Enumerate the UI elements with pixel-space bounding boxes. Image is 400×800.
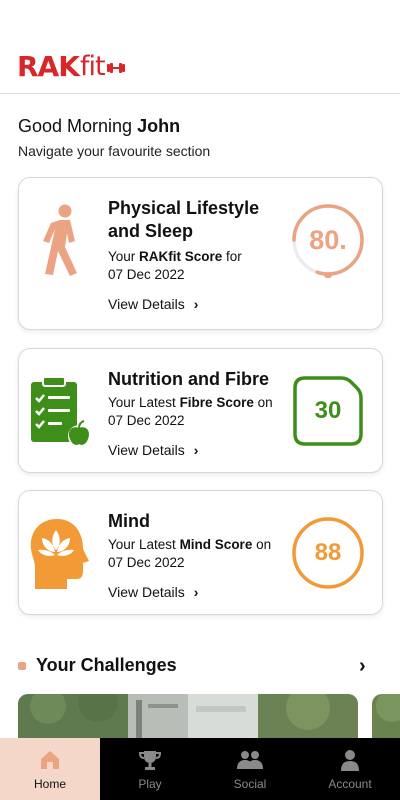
desc-prefix: Your Latest [108, 395, 180, 410]
nutrition-fibre-card[interactable]: Nutrition and Fibre Your Latest Fibre Sc… [18, 348, 383, 473]
desc-prefix: Your [108, 249, 140, 264]
greeting-prefix: Good Morning [18, 116, 138, 136]
desc-suffix: for [222, 249, 242, 264]
link-label: View Details [108, 442, 185, 458]
nav-home[interactable]: Home [0, 738, 100, 800]
app-header: RAK fit [0, 0, 400, 94]
mind-score-badge: 88 [291, 516, 365, 590]
nav-play-label: Play [138, 777, 162, 791]
card-date: 07 Dec 2022 [108, 555, 185, 570]
score-value: 30 [314, 397, 342, 424]
card-title-line2: and Sleep [108, 221, 194, 241]
link-label: View Details [108, 296, 185, 312]
nav-social-label: Social [233, 777, 267, 791]
physical-lifestyle-card[interactable]: Physical Lifestyle and Sleep Your RAKfit… [18, 177, 383, 330]
nav-account[interactable]: Account [300, 738, 400, 800]
fibre-score-badge: 30 [291, 374, 365, 448]
challenge-photo-2 [372, 694, 400, 740]
physical-score-badge: 80. [290, 202, 366, 278]
view-details-link[interactable]: View Details › [108, 584, 198, 600]
view-details-link[interactable]: View Details › [108, 442, 198, 458]
greeting-user-name: John [137, 116, 181, 136]
challenges-chevron-right-icon[interactable]: › [359, 655, 366, 678]
score-value: 80. [309, 224, 347, 255]
section-bullet-icon [18, 661, 26, 670]
rakfit-logo: RAK fit [17, 52, 125, 82]
challenge-card-image[interactable] [18, 694, 358, 740]
desc-bold: Mind Score [179, 537, 253, 552]
logo-rak-text: RAK [17, 50, 80, 83]
app-screen: RAK fit Good Morning John Navigate your … [0, 0, 400, 800]
card-description: Your RAKfit Score for [108, 248, 298, 266]
desc-bold: RAKfit Score [139, 249, 223, 264]
card-description: Your Latest Fibre Score on [108, 394, 298, 412]
card-description: Your Latest Mind Score on [108, 536, 298, 554]
clipboard-apple-icon [31, 376, 90, 447]
desc-suffix: on [253, 395, 273, 410]
logo-fit-text: fit [79, 51, 106, 82]
greeting-heading: Good Morning John [18, 116, 180, 137]
card-date: 07 Dec 2022 [108, 413, 185, 428]
card-title-line1: Physical Lifestyle [108, 198, 260, 218]
bottom-nav: Home Play Social Account [0, 738, 400, 800]
chevron-right-icon: › [193, 584, 199, 600]
card-date: 07 Dec 2022 [108, 267, 185, 282]
head-lotus-icon [30, 519, 89, 589]
home-icon [41, 751, 59, 769]
nav-home-label: Home [33, 777, 66, 791]
link-label: View Details [108, 584, 185, 600]
greeting-subtitle: Navigate your favourite section [18, 143, 211, 159]
user-icon [341, 750, 359, 771]
chevron-right-icon: › [193, 296, 199, 312]
score-value: 88 [314, 539, 342, 566]
desc-suffix: on [252, 537, 272, 552]
people-icon [237, 751, 263, 769]
walking-person-icon [43, 204, 77, 276]
card-title: Mind [108, 511, 150, 531]
mind-card[interactable]: Mind Your Latest Mind Score on 07 Dec 20… [18, 490, 383, 615]
nav-account-label: Account [328, 777, 372, 791]
dumbbell-icon [106, 63, 125, 73]
challenge-card-image-2[interactable] [372, 694, 400, 740]
view-details-link[interactable]: View Details › [108, 296, 198, 312]
trophy-icon [138, 751, 162, 770]
nav-play[interactable]: Play [100, 738, 200, 800]
challenge-photo [18, 694, 358, 740]
desc-bold: Fibre Score [179, 395, 254, 410]
card-title: Nutrition and Fibre [108, 369, 269, 389]
chevron-right-icon: › [193, 442, 199, 458]
challenges-title: Your Challenges [36, 655, 177, 675]
desc-prefix: Your Latest [108, 537, 180, 552]
nav-social[interactable]: Social [200, 738, 300, 800]
challenges-section-header: Your Challenges [18, 655, 177, 676]
